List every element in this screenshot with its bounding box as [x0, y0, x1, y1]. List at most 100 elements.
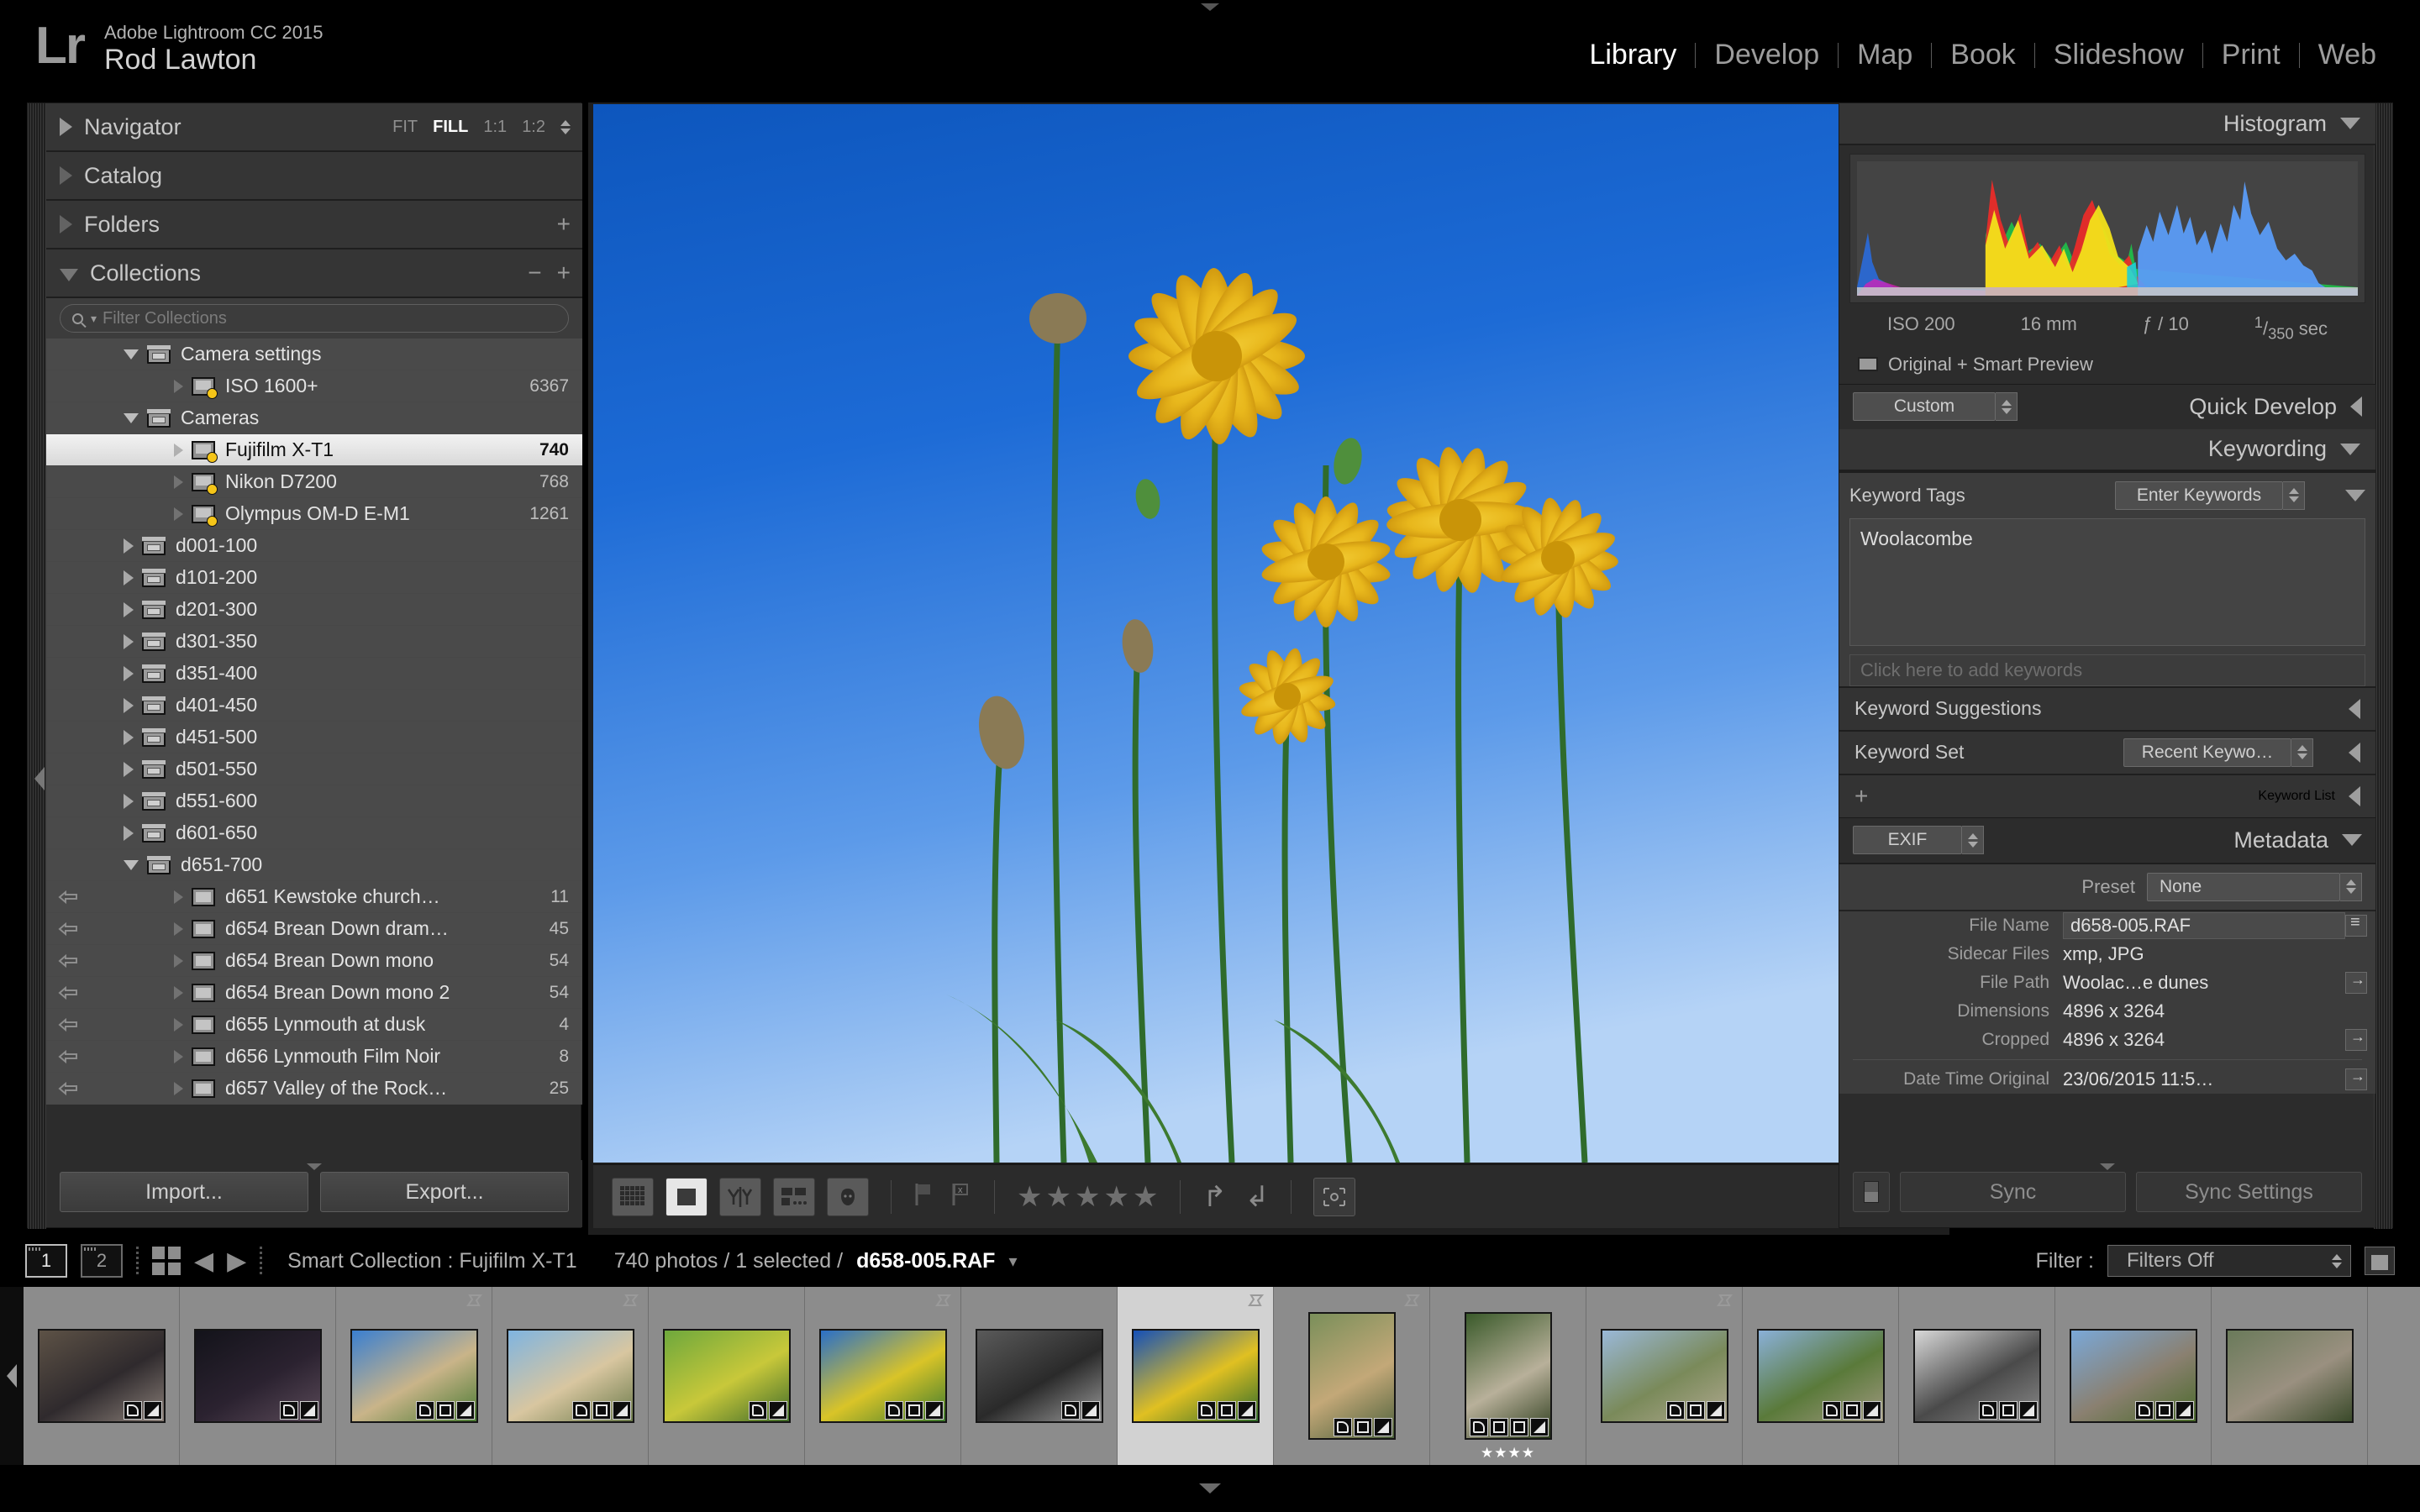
metadata-value[interactable]: Woolac…e dunes	[2063, 972, 2345, 994]
keyword-badge-icon[interactable]	[2134, 1401, 2154, 1420]
collection-row[interactable]: d651 Kewstoke church… 11	[46, 881, 582, 913]
collection-twisty-icon[interactable]	[124, 729, 134, 745]
metadata-value[interactable]: d658-005.RAF	[2063, 911, 2345, 939]
develop-badge-icon[interactable]	[2018, 1401, 2038, 1420]
metadata-goto-button[interactable]	[2345, 1028, 2367, 1051]
metadata-mode-stepper[interactable]	[1962, 826, 1984, 855]
module-book[interactable]: Book	[1932, 39, 2034, 71]
collection-row[interactable]: d351-400	[46, 658, 582, 690]
sync-toggle-button[interactable]	[1853, 1172, 1890, 1212]
keywording-header[interactable]: Keywording	[1839, 428, 2375, 471]
module-library[interactable]: Library	[1570, 39, 1695, 71]
collections-twisty-icon[interactable]	[60, 268, 78, 281]
filmstrip-thumbnail[interactable]: ★★★★	[1430, 1287, 1586, 1465]
star-4[interactable]: ★	[1103, 1183, 1128, 1211]
keyword-list-header[interactable]: + Keyword List	[1839, 773, 2375, 817]
collection-twisty-icon[interactable]	[124, 412, 139, 423]
collection-twisty-icon[interactable]	[124, 633, 134, 649]
collection-twisty-icon[interactable]	[174, 379, 183, 393]
add-keyword-button[interactable]: +	[1854, 784, 1868, 807]
collection-twisty-icon[interactable]	[174, 1081, 183, 1095]
sync-settings-button[interactable]: Sync Settings	[2136, 1172, 2362, 1212]
module-slideshow[interactable]: Slideshow	[2035, 39, 2202, 71]
collection-row[interactable]: d657 Valley of the Rock… 25	[46, 1073, 582, 1105]
develop-badge-icon[interactable]	[612, 1401, 631, 1420]
collection-row[interactable]: d601-650	[46, 817, 582, 849]
zoom-fill[interactable]: FILL	[433, 118, 468, 137]
crop-badge-icon[interactable]	[1842, 1401, 1861, 1420]
crop-badge-icon[interactable]	[904, 1401, 923, 1420]
flag-icon[interactable]	[619, 1294, 639, 1309]
screen-1-button[interactable]: 1	[25, 1244, 67, 1278]
collection-twisty-icon[interactable]	[124, 859, 139, 870]
crop-badge-icon[interactable]	[1489, 1418, 1508, 1436]
keyword-badge-icon[interactable]	[884, 1401, 903, 1420]
keyword-badge-icon[interactable]	[1060, 1401, 1080, 1420]
collections-header[interactable]: Collections − +	[46, 249, 582, 298]
develop-badge-icon[interactable]	[1081, 1401, 1100, 1420]
collection-twisty-icon[interactable]	[174, 475, 183, 489]
collection-twisty-icon[interactable]	[174, 953, 183, 968]
status-current-file[interactable]: d658-005.RAF	[856, 1249, 995, 1273]
crop-badge-icon[interactable]	[1686, 1401, 1705, 1420]
collection-row[interactable]: d201-300	[46, 594, 582, 626]
crop-badge-icon[interactable]	[1998, 1401, 2018, 1420]
zoom-1-2[interactable]: 1:2	[522, 118, 545, 137]
catalog-twisty-icon[interactable]	[60, 166, 72, 185]
filmstrip-thumbnail[interactable]	[24, 1287, 180, 1465]
sync-arrow-icon[interactable]	[58, 1049, 80, 1064]
collection-row[interactable]: Camera settings	[46, 339, 582, 370]
collection-row[interactable]: d654 Brean Down mono 54	[46, 945, 582, 977]
navigator-zoom-stepper[interactable]	[560, 119, 571, 134]
crop-badge-icon[interactable]	[1353, 1418, 1372, 1436]
keyword-add-field[interactable]: Click here to add keywords	[1849, 654, 2365, 686]
filmstrip-thumbnail[interactable]	[649, 1287, 805, 1465]
crop-badge-icon[interactable]	[2154, 1401, 2174, 1420]
folders-header[interactable]: Folders +	[46, 201, 582, 249]
add-collection-button[interactable]: +	[557, 261, 571, 285]
collection-twisty-icon[interactable]	[124, 349, 139, 360]
compare-view-button[interactable]	[719, 1177, 761, 1216]
collections-filter-input[interactable]: ▾ Filter Collections	[60, 304, 569, 333]
metadata-goto-button[interactable]	[2345, 1068, 2367, 1090]
keyword-badge-icon[interactable]	[279, 1401, 298, 1420]
filmstrip-collapse-bar[interactable]	[0, 1465, 2420, 1512]
develop-badge-icon[interactable]	[1706, 1401, 1725, 1420]
people-view-button[interactable]	[827, 1177, 869, 1216]
filmstrip-grid-icon[interactable]	[152, 1247, 181, 1275]
star-3[interactable]: ★	[1075, 1183, 1100, 1211]
filter-combo[interactable]: Filters Off	[2107, 1245, 2351, 1277]
quick-develop-preset-value[interactable]: Custom	[1853, 392, 1996, 422]
add-folder-button[interactable]: +	[557, 213, 571, 236]
metadata-goto-button[interactable]	[2345, 971, 2367, 994]
collection-row[interactable]: d001-100	[46, 530, 582, 562]
grid-view-button[interactable]	[612, 1177, 654, 1216]
keyword-badge-icon[interactable]	[1197, 1401, 1216, 1420]
histogram-box[interactable]	[1849, 154, 2365, 303]
collection-row[interactable]: d301-350	[46, 626, 582, 658]
collection-twisty-icon[interactable]	[124, 601, 134, 617]
loupe-view-button[interactable]	[666, 1177, 708, 1216]
flag-icon[interactable]	[932, 1294, 952, 1309]
navigator-header[interactable]: Navigator FIT FILL 1:1 1:2	[46, 103, 582, 152]
filmstrip-thumbnail[interactable]	[1586, 1287, 1743, 1465]
develop-badge-icon[interactable]	[2175, 1401, 2194, 1420]
collection-row[interactable]: d656 Lynmouth Film Noir 8	[46, 1041, 582, 1073]
rating-stars[interactable]: ★ ★ ★ ★ ★	[1017, 1183, 1158, 1211]
right-panel-edge-handle[interactable]	[2374, 103, 2392, 1229]
filmstrip-thumbnail[interactable]	[492, 1287, 649, 1465]
develop-badge-icon[interactable]	[143, 1401, 162, 1420]
flag-icon[interactable]	[1244, 1294, 1265, 1309]
previous-photo-arrow-icon[interactable]: ◀	[194, 1247, 213, 1276]
keyword-set-stepper[interactable]	[2291, 738, 2313, 767]
top-panel-collapse-handle[interactable]	[1201, 3, 1219, 11]
filmstrip-thumbnail[interactable]	[961, 1287, 1118, 1465]
quick-develop-chevron-left-icon[interactable]	[2350, 396, 2362, 417]
collection-twisty-icon[interactable]	[124, 570, 134, 585]
keyword-badge-icon[interactable]	[123, 1401, 142, 1420]
keyword-tags-textarea[interactable]: Woolacombe	[1849, 517, 2365, 646]
collection-row[interactable]: Nikon D7200 768	[46, 466, 582, 498]
import-button[interactable]: Import...	[60, 1172, 308, 1212]
filmstrip-thumbnail[interactable]	[1274, 1287, 1430, 1465]
module-map[interactable]: Map	[1839, 39, 1931, 71]
